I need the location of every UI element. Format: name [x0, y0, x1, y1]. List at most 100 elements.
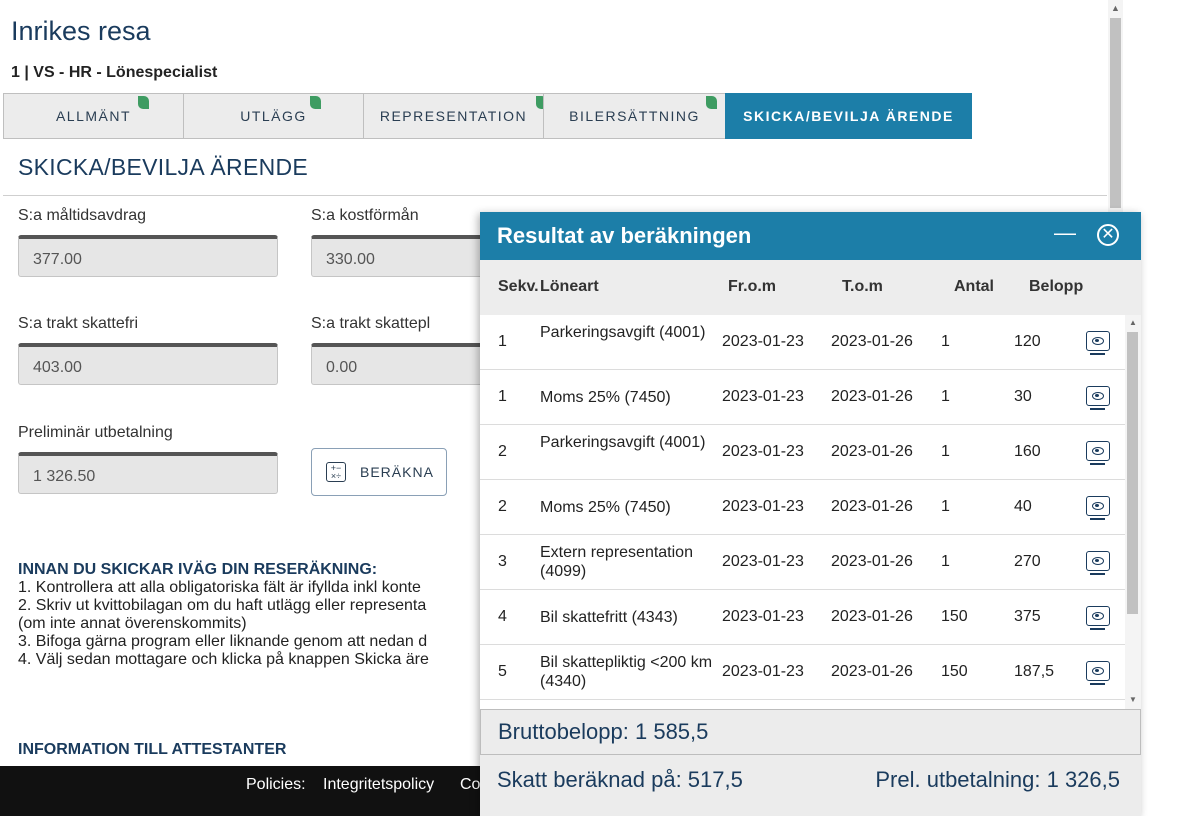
- cell-to: 2023-01-26: [831, 663, 913, 680]
- cell-amount: 375: [1014, 608, 1041, 625]
- cell-amount: 160: [1014, 443, 1041, 460]
- page-title: Inrikes resa: [11, 16, 151, 46]
- cell-from: 2023-01-23: [722, 498, 804, 515]
- dialog-header: Resultat av beräkningen — ✕: [480, 212, 1141, 260]
- calculator-icon: +− ×÷: [326, 462, 346, 482]
- cell-from: 2023-01-23: [722, 608, 804, 625]
- instruction-line: 4. Välj sedan mottagare och klicka på kn…: [18, 651, 429, 668]
- scroll-up-arrow-icon[interactable]: ▲: [1129, 318, 1137, 327]
- cell-qty: 1: [941, 443, 950, 460]
- scroll-down-arrow-icon[interactable]: ▼: [1129, 695, 1137, 704]
- maltidsavdrag-field: 377.00: [18, 235, 278, 277]
- cell-qty: 150: [941, 663, 968, 680]
- cell-to: 2023-01-26: [831, 553, 913, 570]
- scroll-up-arrow-icon[interactable]: ▲: [1111, 3, 1120, 13]
- scrollbar-thumb[interactable]: [1110, 18, 1121, 208]
- tab-label: REPRESENTATION: [379, 108, 528, 124]
- cell-qty: 1: [941, 498, 950, 515]
- cell-qty: 1: [941, 388, 950, 405]
- minimize-icon[interactable]: —: [1054, 220, 1076, 246]
- view-icon[interactable]: [1086, 661, 1110, 685]
- table-row: 1 Parkeringsavgift (4001) 2023-01-23 202…: [480, 315, 1125, 370]
- col-type: Löneart: [540, 278, 599, 295]
- cell-from: 2023-01-23: [722, 443, 804, 460]
- view-icon[interactable]: [1086, 441, 1110, 465]
- dialog-title: Resultat av beräkningen: [497, 223, 752, 248]
- cell-amount: 187,5: [1014, 663, 1055, 680]
- cell-seq: 1: [498, 388, 507, 405]
- cell-to: 2023-01-26: [831, 443, 913, 460]
- view-icon[interactable]: [1086, 386, 1110, 410]
- trakt-skattefri-field: 403.00: [18, 343, 278, 385]
- close-icon[interactable]: ✕: [1097, 224, 1119, 246]
- tab-bar: ALLMÄNT UTLÄGG REPRESENTATION BILERSÄTTN…: [3, 93, 972, 139]
- maltidsavdrag-label: S:a måltidsavdrag: [18, 207, 147, 224]
- scrollbar-thumb[interactable]: [1127, 332, 1138, 614]
- footer-policies-label: Policies:: [246, 776, 306, 793]
- calculation-result-dialog: Resultat av beräkningen — ✕ Sekv. Lönear…: [480, 212, 1141, 816]
- table-row: 1 Moms 25% (7450) 2023-01-23 2023-01-26 …: [480, 370, 1125, 425]
- tab-label: ALLMÄNT: [55, 108, 132, 124]
- berakna-button[interactable]: +− ×÷ BERÄKNA: [311, 448, 447, 496]
- cell-qty: 1: [941, 553, 950, 570]
- tax-summary: Skatt beräknad på: 517,5 Prel. utbetalni…: [480, 755, 1141, 816]
- cell-seq: 4: [498, 608, 507, 625]
- trakt-skattepl-label: S:a trakt skattepl: [311, 315, 431, 332]
- instruction-line: 2. Skriv ut kvittobilagan om du haft utl…: [18, 597, 427, 614]
- eye-icon: [1092, 502, 1104, 510]
- cell-to: 2023-01-26: [831, 498, 913, 515]
- tab-skicka-bevilja[interactable]: SKICKA/BEVILJA ÄRENDE: [725, 93, 972, 139]
- cell-qty: 1: [941, 333, 950, 350]
- tab-utlagg[interactable]: UTLÄGG: [183, 93, 363, 139]
- prel-utbetalning-label: Preliminär utbetalning: [18, 424, 173, 441]
- cell-type: Parkeringsavgift (4001): [540, 324, 706, 341]
- eye-icon: [1092, 557, 1104, 565]
- table-row: 5 Bil skattepliktig <200 km (4340) 2023-…: [480, 645, 1125, 700]
- table-header: Sekv. Löneart Fr.o.m T.o.m Antal Belopp: [480, 260, 1141, 315]
- tax-basis: Skatt beräknad på: 517,5: [497, 767, 743, 792]
- tab-label: UTLÄGG: [240, 108, 307, 124]
- cookie-policy-link[interactable]: Co: [460, 776, 480, 794]
- cell-to: 2023-01-26: [831, 333, 913, 350]
- cell-from: 2023-01-23: [722, 553, 804, 570]
- cell-qty: 150: [941, 608, 968, 625]
- tab-representation[interactable]: REPRESENTATION: [363, 93, 547, 139]
- privacy-policy-link[interactable]: Integritetspolicy: [323, 776, 434, 794]
- cell-amount: 40: [1014, 498, 1032, 515]
- prel-utbetalning-field: 1 326.50: [18, 452, 278, 494]
- cell-amount: 120: [1014, 333, 1041, 350]
- instructions-heading: INNAN DU SKICKAR IVÄG DIN RESERÄKNING:: [18, 561, 378, 578]
- eye-icon: [1092, 667, 1104, 675]
- prel-payout: Prel. utbetalning: 1 326,5: [875, 767, 1120, 792]
- cell-to: 2023-01-26: [831, 388, 913, 405]
- col-to: T.o.m: [842, 278, 883, 295]
- kostforman-label: S:a kostförmån: [311, 207, 419, 224]
- view-icon[interactable]: [1086, 331, 1110, 355]
- tab-allmant[interactable]: ALLMÄNT: [3, 93, 183, 139]
- eye-icon: [1092, 337, 1104, 345]
- trakt-skattefri-label: S:a trakt skattefri: [18, 315, 139, 332]
- page-subtitle: 1 | VS - HR - Lönespecialist: [11, 64, 218, 81]
- table-row: 2 Parkeringsavgift (4001) 2023-01-23 202…: [480, 425, 1125, 480]
- cell-type: Extern representation (4099): [540, 544, 693, 580]
- completed-marker-icon: [310, 96, 321, 109]
- info-heading: INFORMATION TILL ATTESTANTER: [18, 741, 287, 758]
- view-icon[interactable]: [1086, 606, 1110, 630]
- dialog-scrollbar[interactable]: ▲ ▼: [1125, 315, 1141, 709]
- cell-type: Bil skattepliktig <200 km (4340): [540, 654, 713, 690]
- result-table-body: 1 Parkeringsavgift (4001) 2023-01-23 202…: [480, 315, 1125, 709]
- cell-from: 2023-01-23: [722, 333, 804, 350]
- tab-label: BILERSÄTTNING: [569, 108, 700, 124]
- instruction-line: 1. Kontrollera att alla obligatoriska fä…: [18, 579, 421, 596]
- view-icon[interactable]: [1086, 496, 1110, 520]
- cell-amount: 270: [1014, 553, 1041, 570]
- tab-bilersattning[interactable]: BILERSÄTTNING: [543, 93, 725, 139]
- view-icon[interactable]: [1086, 551, 1110, 575]
- cell-seq: 3: [498, 553, 507, 570]
- berakna-label: BERÄKNA: [360, 464, 434, 480]
- cell-seq: 1: [498, 333, 507, 350]
- col-amount: Belopp: [1029, 278, 1084, 295]
- table-row: 3 Extern representation (4099) 2023-01-2…: [480, 535, 1125, 590]
- cell-type: Bil skattefritt (4343): [540, 609, 678, 626]
- cell-seq: 2: [498, 498, 507, 515]
